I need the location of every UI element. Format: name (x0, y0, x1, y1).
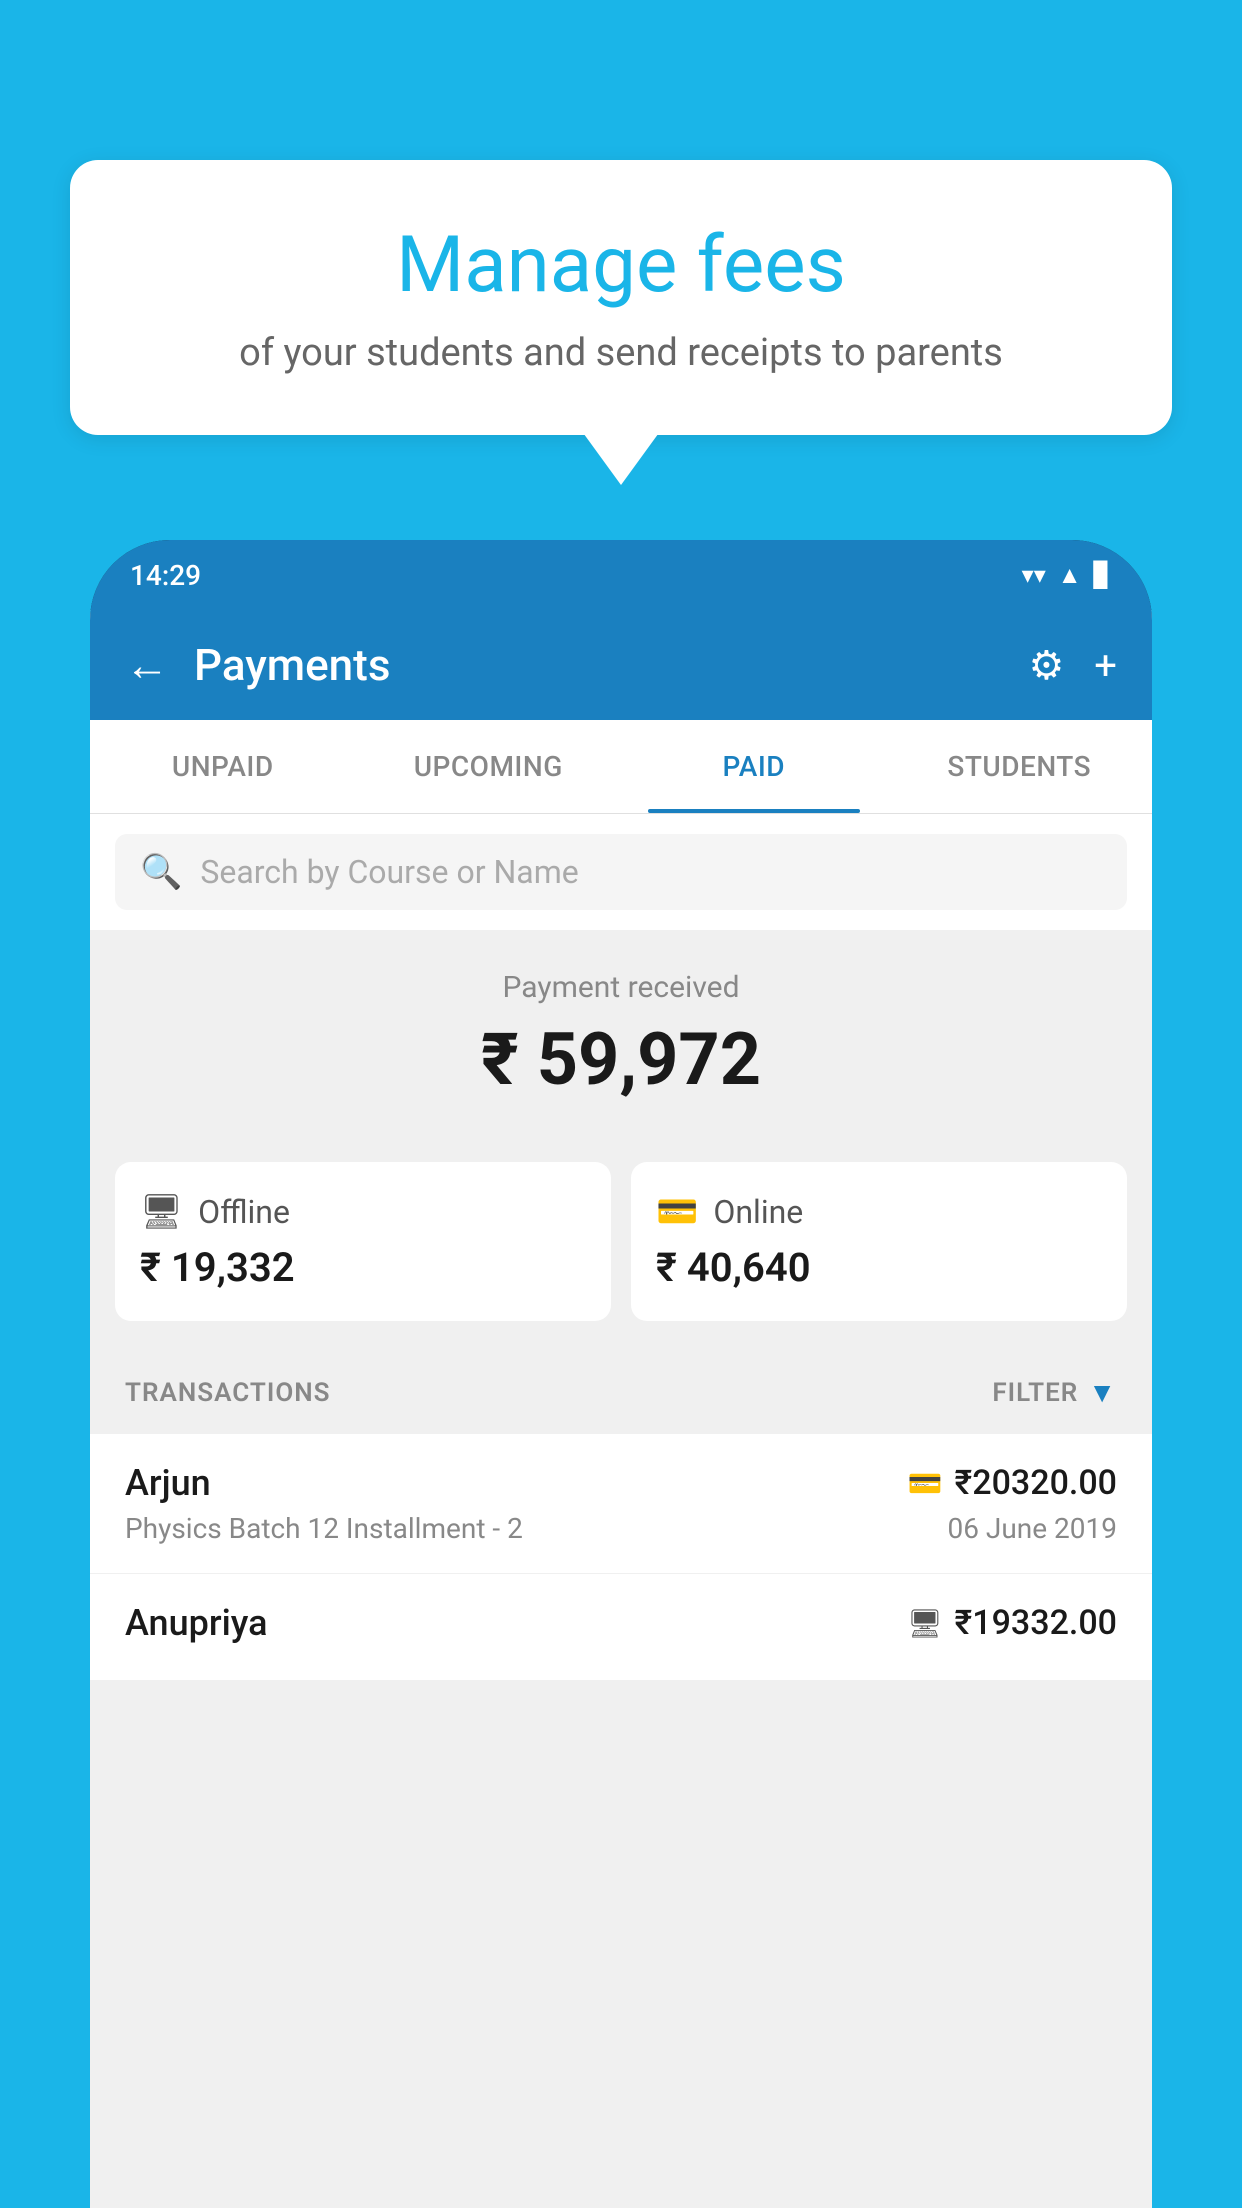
search-bar[interactable]: 🔍 Search by Course or Name (115, 834, 1127, 910)
offline-icon: 🖥 (140, 1192, 183, 1232)
online-card-header: 💳 Online (656, 1192, 1102, 1232)
add-button[interactable]: + (1094, 642, 1117, 689)
transaction-date: 06 June 2019 (947, 1512, 1117, 1545)
search-container: 🔍 Search by Course or Name (90, 814, 1152, 930)
search-input[interactable]: Search by Course or Name (200, 853, 578, 891)
transactions-header: TRANSACTIONS FILTER ▼ (90, 1351, 1152, 1434)
battery-icon: ▊ (1094, 561, 1112, 589)
app-screen: ← Payments ⚙ + UNPAID UPCOMING PAID STUD… (90, 610, 1152, 2208)
offline-payment-card: 🖥 Offline ₹ 19,332 (115, 1162, 611, 1321)
amount-value: ₹19332.00 (955, 1603, 1117, 1643)
transaction-row[interactable]: Anupriya 🖥 ₹19332.00 (90, 1574, 1152, 1681)
signal-icon: ▲ (1058, 561, 1082, 590)
search-icon: 🔍 (140, 852, 182, 892)
online-payment-card: 💳 Online ₹ 40,640 (631, 1162, 1127, 1321)
course-info: Physics Batch 12 Installment - 2 (125, 1512, 523, 1545)
filter-label: FILTER (992, 1378, 1078, 1408)
status-icons: ▾▾ ▲ ▊ (1022, 561, 1112, 590)
payment-received-label: Payment received (115, 970, 1127, 1005)
status-bar: 14:29 ▾▾ ▲ ▊ (90, 540, 1152, 610)
cash-icon: 🖥 (907, 1607, 943, 1640)
tab-paid[interactable]: PAID (621, 720, 887, 813)
settings-button[interactable]: ⚙ (1028, 642, 1064, 689)
tab-students[interactable]: STUDENTS (887, 720, 1153, 813)
bubble-title: Manage fees (120, 220, 1122, 311)
wifi-icon: ▾▾ (1022, 561, 1046, 589)
transaction-row-bottom: Physics Batch 12 Installment - 2 06 June… (125, 1512, 1117, 1545)
speech-bubble: Manage fees of your students and send re… (70, 160, 1172, 435)
transaction-amount: 🖥 ₹19332.00 (907, 1603, 1117, 1643)
payment-cards: 🖥 Offline ₹ 19,332 💳 Online ₹ 40,640 (90, 1162, 1152, 1351)
tab-unpaid[interactable]: UNPAID (90, 720, 356, 813)
filter-icon: ▼ (1088, 1376, 1117, 1409)
offline-label: Offline (198, 1193, 290, 1231)
app-header: ← Payments ⚙ + (90, 610, 1152, 720)
filter-button[interactable]: FILTER ▼ (992, 1376, 1117, 1409)
credit-card-icon: 💳 (908, 1467, 943, 1500)
payment-summary: Payment received ₹ 59,972 (90, 930, 1152, 1162)
student-name: Arjun (125, 1462, 211, 1504)
bubble-subtitle: of your students and send receipts to pa… (120, 331, 1122, 375)
online-label: Online (713, 1193, 803, 1231)
online-amount: ₹ 40,640 (656, 1244, 1102, 1291)
online-icon: 💳 (656, 1192, 698, 1232)
transaction-row-top: Arjun 💳 ₹20320.00 (125, 1462, 1117, 1504)
header-title: Payments (194, 639, 1028, 691)
transaction-row-top: Anupriya 🖥 ₹19332.00 (125, 1602, 1117, 1644)
transactions-label: TRANSACTIONS (125, 1378, 331, 1408)
phone-frame: 14:29 ▾▾ ▲ ▊ ← Payments ⚙ + UNPAID UPCOM… (90, 540, 1152, 2208)
transaction-row[interactable]: Arjun 💳 ₹20320.00 Physics Batch 12 Insta… (90, 1434, 1152, 1574)
payment-total-amount: ₹ 59,972 (115, 1017, 1127, 1102)
transactions-list: Arjun 💳 ₹20320.00 Physics Batch 12 Insta… (90, 1434, 1152, 1681)
tab-upcoming[interactable]: UPCOMING (356, 720, 622, 813)
offline-amount: ₹ 19,332 (140, 1244, 586, 1291)
header-actions: ⚙ + (1028, 642, 1117, 689)
amount-value: ₹20320.00 (955, 1463, 1117, 1503)
offline-card-header: 🖥 Offline (140, 1192, 586, 1232)
back-button[interactable]: ← (125, 639, 169, 691)
status-time: 14:29 (130, 559, 201, 592)
tabs-bar: UNPAID UPCOMING PAID STUDENTS (90, 720, 1152, 814)
student-name: Anupriya (125, 1602, 268, 1644)
transaction-amount: 💳 ₹20320.00 (908, 1463, 1117, 1503)
